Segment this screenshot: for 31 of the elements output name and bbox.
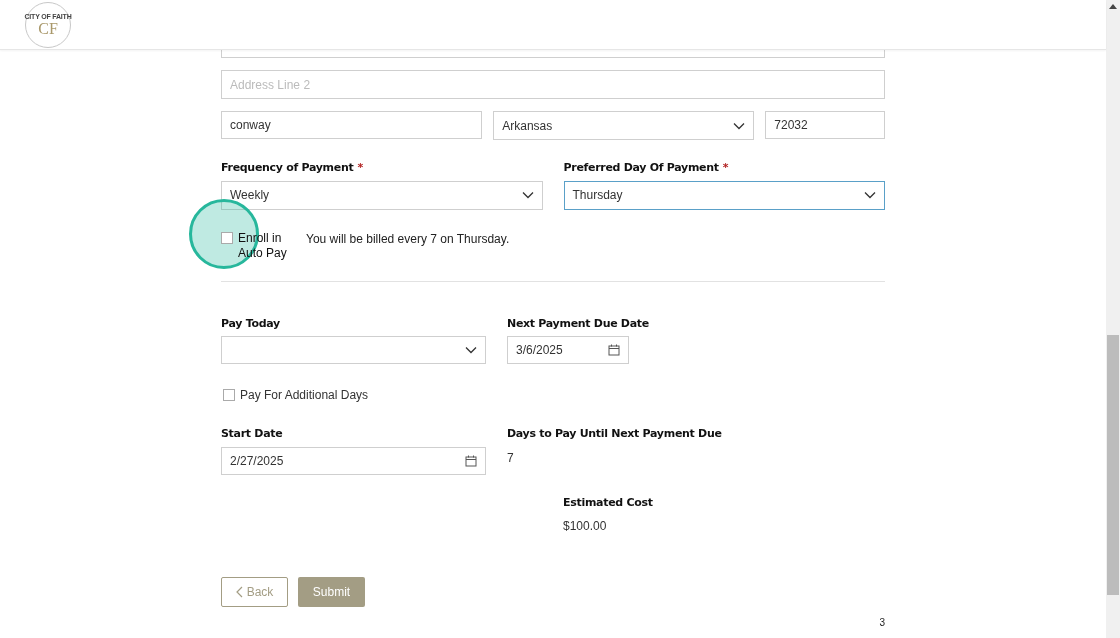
field-label: Days to Pay Until Next Payment Due (507, 426, 722, 442)
chevron-left-icon (235, 586, 243, 598)
field-label: Frequency of Payment * (221, 160, 364, 176)
checkbox[interactable] (223, 389, 235, 401)
chevron-down-icon (864, 191, 876, 199)
chevron-down-icon (465, 346, 477, 354)
chevron-down-icon (733, 121, 746, 130)
date-field[interactable]: 3/6/2025 (507, 336, 629, 364)
zip-field[interactable]: 72032 (765, 111, 885, 139)
checkbox[interactable] (221, 231, 233, 244)
calendar-icon (465, 454, 477, 467)
page-number: 3 (879, 616, 885, 630)
field-label: Start Date (221, 426, 284, 442)
calendar-icon (608, 344, 620, 356)
field-label: Pay Today (221, 315, 281, 332)
field-label: Estimated Cost (563, 494, 654, 511)
field-label: Next Payment Due Date (507, 315, 650, 332)
city-field[interactable]: conway (221, 111, 483, 139)
days-value: 7 (507, 449, 515, 467)
state-select[interactable]: Arkansas (493, 111, 755, 140)
day-select[interactable]: Thursday (563, 180, 885, 210)
scroll-up-icon[interactable] (1109, 4, 1117, 9)
frequency-select[interactable]: Weekly (221, 180, 543, 210)
scrollbar-thumb[interactable] (1107, 335, 1119, 595)
checkbox-label[interactable]: Pay For Additional Days (240, 386, 369, 404)
date-field[interactable]: 2/27/2025 (221, 446, 486, 475)
pay-today-select[interactable] (221, 336, 486, 364)
field-label: Preferred Day Of Payment * (563, 160, 730, 176)
billing-note: You will be billed every 7 on Thursday. (306, 230, 510, 248)
cost-value: $100.00 (563, 518, 608, 535)
chevron-down-icon (521, 191, 534, 199)
